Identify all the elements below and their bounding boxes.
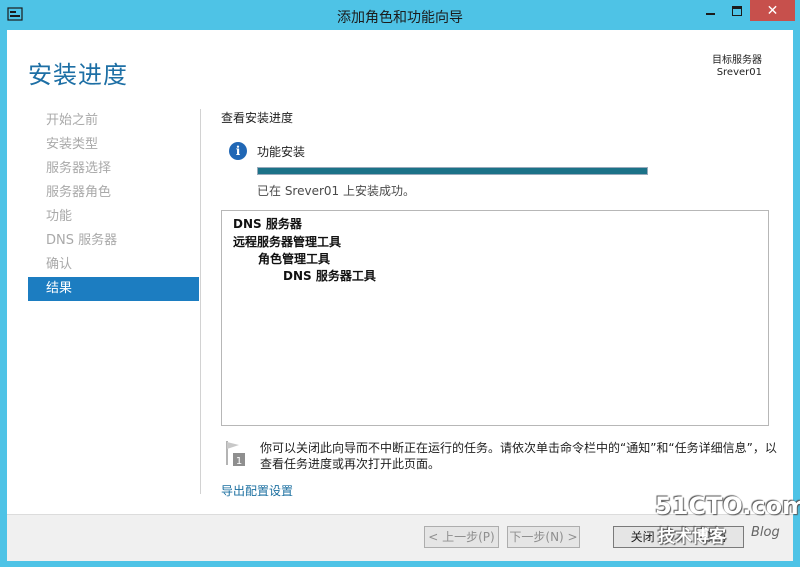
minimize-icon <box>706 6 716 16</box>
target-server-name: Srever01 <box>716 67 762 78</box>
minimize-button[interactable] <box>698 0 724 21</box>
maximize-icon <box>732 5 742 16</box>
maximize-button[interactable] <box>724 0 750 21</box>
wizard-footer: < 上一步(P) 下一步(N) > 关闭 取消 <box>7 514 793 561</box>
result-item: 角色管理工具 <box>258 252 331 266</box>
wizard-body: 安装进度 目标服务器 Srever01 开始之前 安装类型 服务器选择 服务器角… <box>7 30 793 561</box>
close-button-label: 关闭 <box>630 530 655 544</box>
nav-item-results[interactable]: 结果 <box>28 277 199 301</box>
installation-status-text: 已在 Srever01 上安装成功。 <box>257 184 415 198</box>
close-window-button[interactable]: ✕ <box>750 0 795 21</box>
nav-item-installation-type[interactable]: 安装类型 <box>28 133 199 157</box>
nav-item-before-you-begin[interactable]: 开始之前 <box>28 109 199 133</box>
notification-count-badge: 1 <box>236 456 242 467</box>
results-list[interactable]: DNS 服务器 远程服务器管理工具 角色管理工具 DNS 服务器工具 <box>221 210 769 426</box>
wizard-steps-nav: 开始之前 安装类型 服务器选择 服务器角色 功能 DNS 服务器 确认 结果 <box>28 109 199 301</box>
nav-divider <box>200 109 201 494</box>
close-button[interactable]: 关闭 取消 <box>613 526 744 548</box>
close-icon: ✕ <box>766 2 779 19</box>
nav-item-confirmation[interactable]: 确认 <box>28 253 199 277</box>
window-title: 添加角色和功能向导 <box>337 10 463 26</box>
nav-item-server-selection[interactable]: 服务器选择 <box>28 157 199 181</box>
info-note-text: 你可以关闭此向导而不中断正在运行的任务。请依次单击命令栏中的“通知”和“任务详细… <box>260 441 777 471</box>
cancel-button-label: 取消 <box>702 530 727 544</box>
target-server-info: 目标服务器 Srever01 <box>712 55 762 79</box>
feature-installation-label: 功能安装 <box>257 145 306 159</box>
wizard-window: 添加角色和功能向导 ✕ 安装进度 目标服务器 Srever01 开始之前 安装类… <box>0 0 800 567</box>
previous-button[interactable]: < 上一步(P) <box>424 526 499 548</box>
nav-item-server-roles[interactable]: 服务器角色 <box>28 181 199 205</box>
title-bar: 添加角色和功能向导 ✕ <box>0 0 800 30</box>
export-configuration-link[interactable]: 导出配置设置 <box>221 482 293 499</box>
result-item: DNS 服务器 <box>233 217 302 231</box>
nav-item-features[interactable]: 功能 <box>28 205 199 229</box>
page-title: 安装进度 <box>28 61 128 89</box>
installation-progress-bar <box>257 167 648 175</box>
next-button[interactable]: 下一步(N) > <box>507 526 580 548</box>
flag-notification-icon: 1 <box>226 441 245 467</box>
result-item: 远程服务器管理工具 <box>233 235 342 249</box>
nav-item-dns-server[interactable]: DNS 服务器 <box>28 229 199 253</box>
result-item: DNS 服务器工具 <box>283 269 376 283</box>
target-server-label: 目标服务器 <box>712 55 762 66</box>
progress-fill <box>258 168 647 174</box>
info-icon: i <box>229 142 247 160</box>
section-label: 查看安装进度 <box>221 111 294 125</box>
